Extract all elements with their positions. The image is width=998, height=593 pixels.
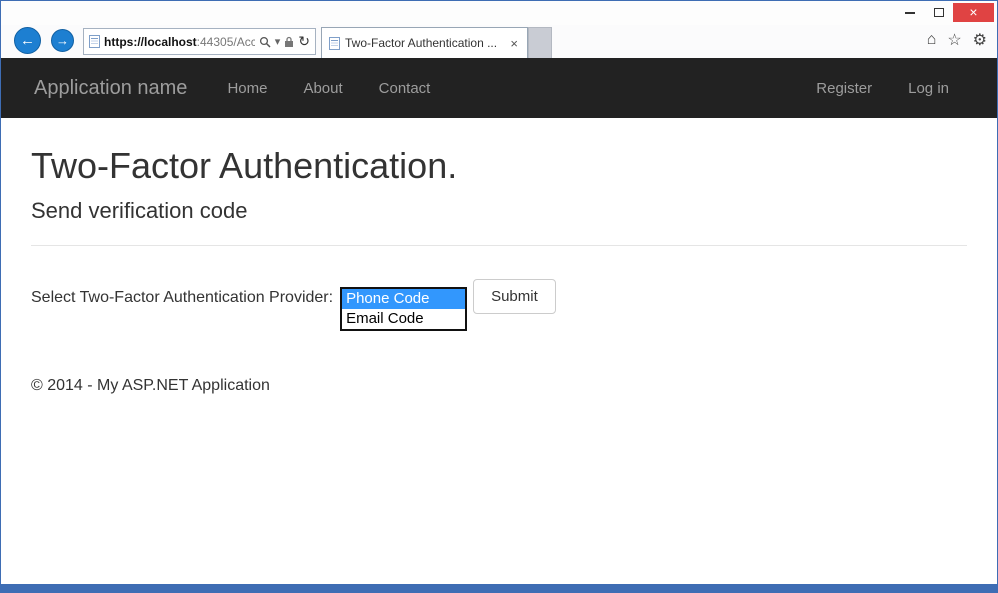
tab-close-icon[interactable]: ×: [508, 36, 520, 51]
navbar-brand[interactable]: Application name: [34, 77, 187, 100]
page-content: Two-Factor Authentication. Send verifica…: [1, 118, 997, 584]
nav-link-about[interactable]: About: [285, 80, 360, 97]
close-icon: ×: [969, 3, 977, 22]
option-email-code[interactable]: Email Code: [342, 309, 465, 329]
provider-form: Select Two-Factor Authentication Provide…: [31, 279, 967, 331]
app-navbar: Application name Home About Contact Regi…: [1, 58, 997, 118]
close-button[interactable]: ×: [953, 3, 994, 22]
nav-link-login[interactable]: Log in: [890, 80, 967, 97]
footer-copyright: © 2014 - My ASP.NET Application: [31, 377, 967, 395]
minimize-icon: [905, 12, 915, 14]
option-phone-code[interactable]: Phone Code: [342, 289, 465, 309]
maximize-icon: [934, 8, 944, 17]
titlebar[interactable]: ×: [1, 1, 997, 25]
browser-tab[interactable]: Two-Factor Authentication ... ×: [321, 27, 528, 58]
refresh-icon[interactable]: ↻: [298, 33, 310, 50]
divider: [31, 245, 967, 246]
url-host: https://localhost: [104, 35, 197, 49]
settings-icon[interactable]: ⚙: [973, 30, 987, 50]
provider-select[interactable]: Phone Code Email Code: [340, 287, 467, 331]
favorites-icon[interactable]: ☆: [947, 30, 961, 50]
tab-page-icon: [329, 37, 340, 50]
provider-label: Select Two-Factor Authentication Provide…: [31, 289, 333, 307]
new-tab-button[interactable]: [528, 27, 552, 58]
maximize-button[interactable]: [924, 3, 953, 22]
nav-link-register[interactable]: Register: [798, 80, 890, 97]
url-text[interactable]: https://localhost:44305/Acc: [104, 35, 255, 49]
url-path: :44305/Acc: [197, 35, 255, 49]
navbar-links: Home About Contact: [209, 80, 448, 97]
home-icon[interactable]: ⌂: [927, 31, 937, 49]
forward-icon: →: [56, 33, 69, 48]
window-controls: ×: [895, 3, 994, 22]
minimize-button[interactable]: [895, 3, 924, 22]
back-icon: ←: [20, 32, 35, 49]
address-bar[interactable]: https://localhost:44305/Acc ▾ ↻: [83, 28, 316, 55]
tab-title: Two-Factor Authentication ...: [345, 36, 503, 50]
url-dropdown-icon[interactable]: ▾: [275, 35, 281, 48]
search-icon[interactable]: [259, 36, 271, 48]
navbar-right-links: Register Log in: [798, 80, 967, 97]
lock-icon: [284, 36, 294, 48]
page-title: Two-Factor Authentication.: [31, 146, 967, 186]
browser-toolbar: ← → https://localhost:44305/Acc ▾ ↻ Two-…: [1, 25, 997, 58]
page-icon: [89, 35, 100, 48]
browser-window: × ← → https://localhost:44305/Acc ▾ ↻: [0, 0, 998, 593]
forward-button[interactable]: →: [51, 29, 74, 52]
page-subheading: Send verification code: [31, 198, 967, 224]
toolbar-right: ⌂ ☆ ⚙: [927, 30, 987, 50]
submit-button[interactable]: Submit: [473, 279, 556, 314]
back-button[interactable]: ←: [14, 27, 41, 54]
nav-link-home[interactable]: Home: [209, 80, 285, 97]
nav-link-contact[interactable]: Contact: [361, 80, 449, 97]
